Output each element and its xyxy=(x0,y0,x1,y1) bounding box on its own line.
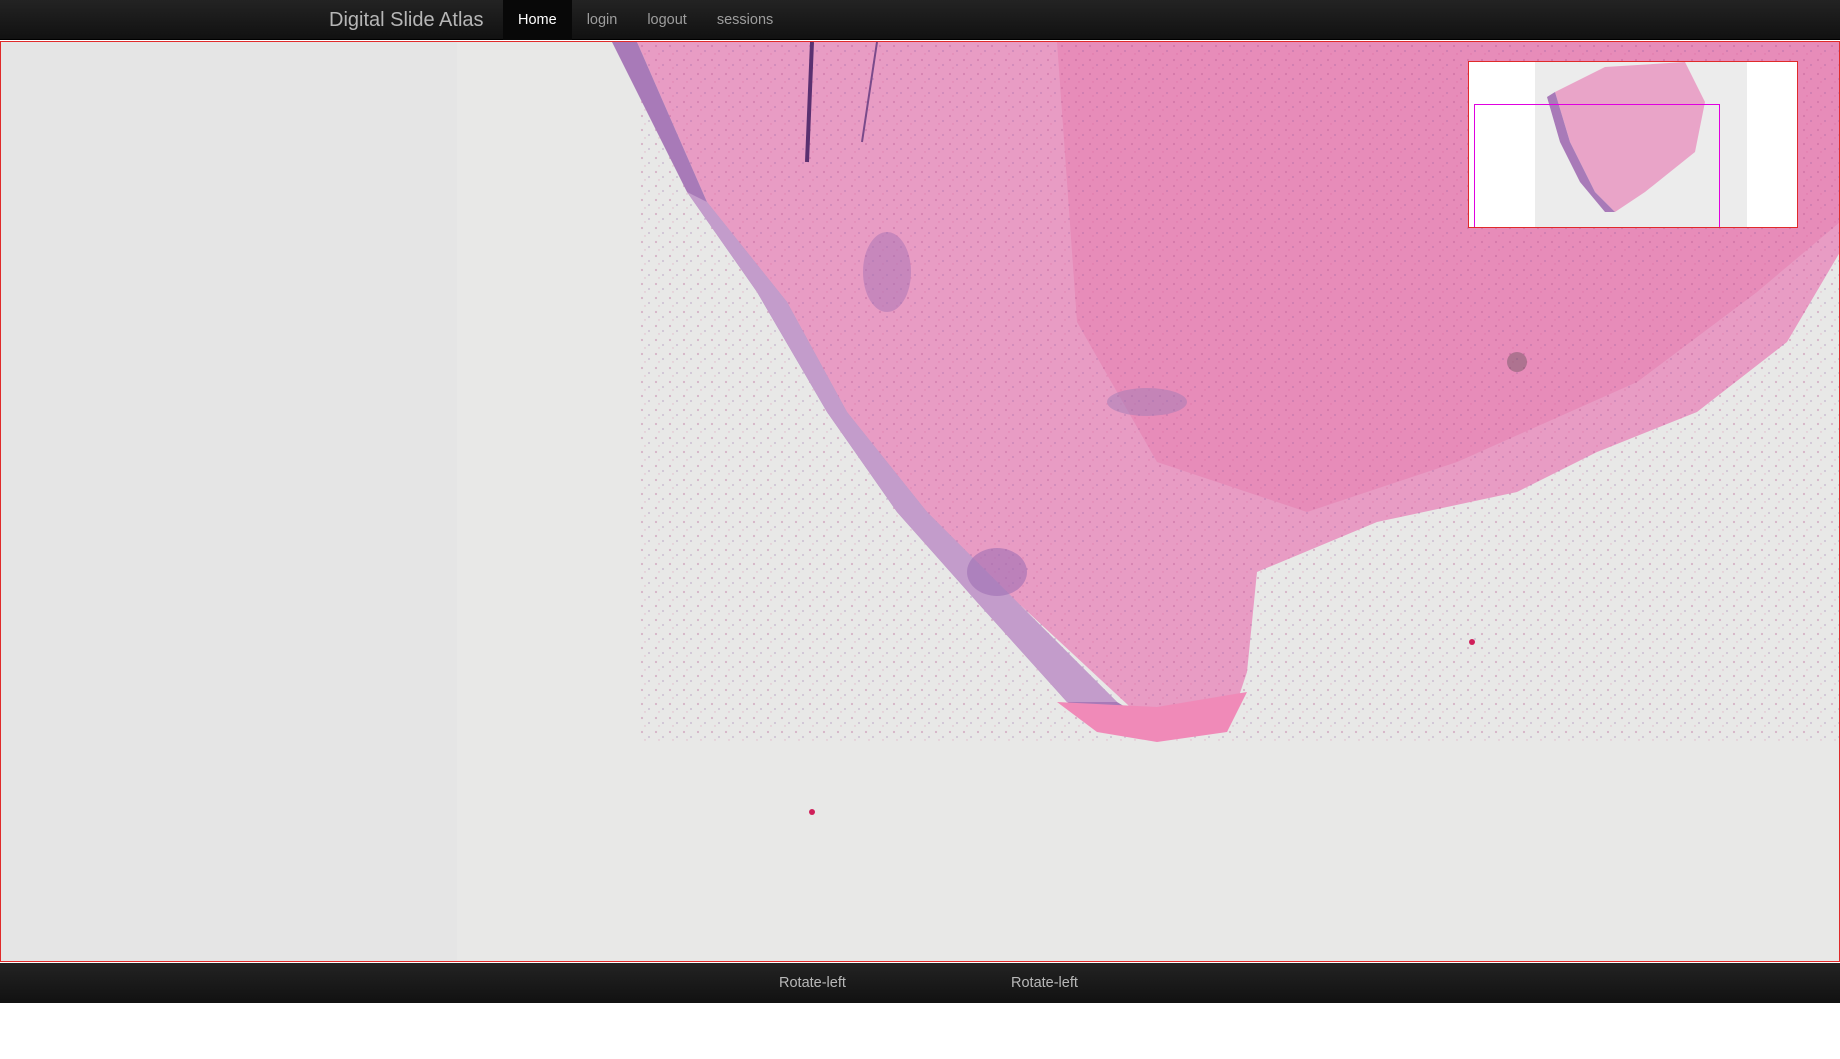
nav-sessions[interactable]: sessions xyxy=(702,0,788,40)
bottom-toolbar: Rotate-left Rotate-left xyxy=(0,963,1840,1003)
viewer-empty-area xyxy=(1,42,457,961)
overview-map[interactable] xyxy=(1468,61,1798,228)
brand-link[interactable]: Digital Slide Atlas xyxy=(329,0,484,40)
rotate-left-button-2[interactable]: Rotate-left xyxy=(1011,963,1078,1003)
overview-viewport-indicator[interactable] xyxy=(1474,104,1720,227)
main-nav: Home login logout sessions xyxy=(503,0,788,40)
slide-viewer[interactable] xyxy=(0,41,1840,962)
top-navbar: Digital Slide Atlas Home login logout se… xyxy=(0,0,1840,40)
rotate-left-button[interactable]: Rotate-left xyxy=(779,963,846,1003)
nav-logout[interactable]: logout xyxy=(632,0,702,40)
nav-home[interactable]: Home xyxy=(503,0,572,40)
nav-login[interactable]: login xyxy=(572,0,633,40)
